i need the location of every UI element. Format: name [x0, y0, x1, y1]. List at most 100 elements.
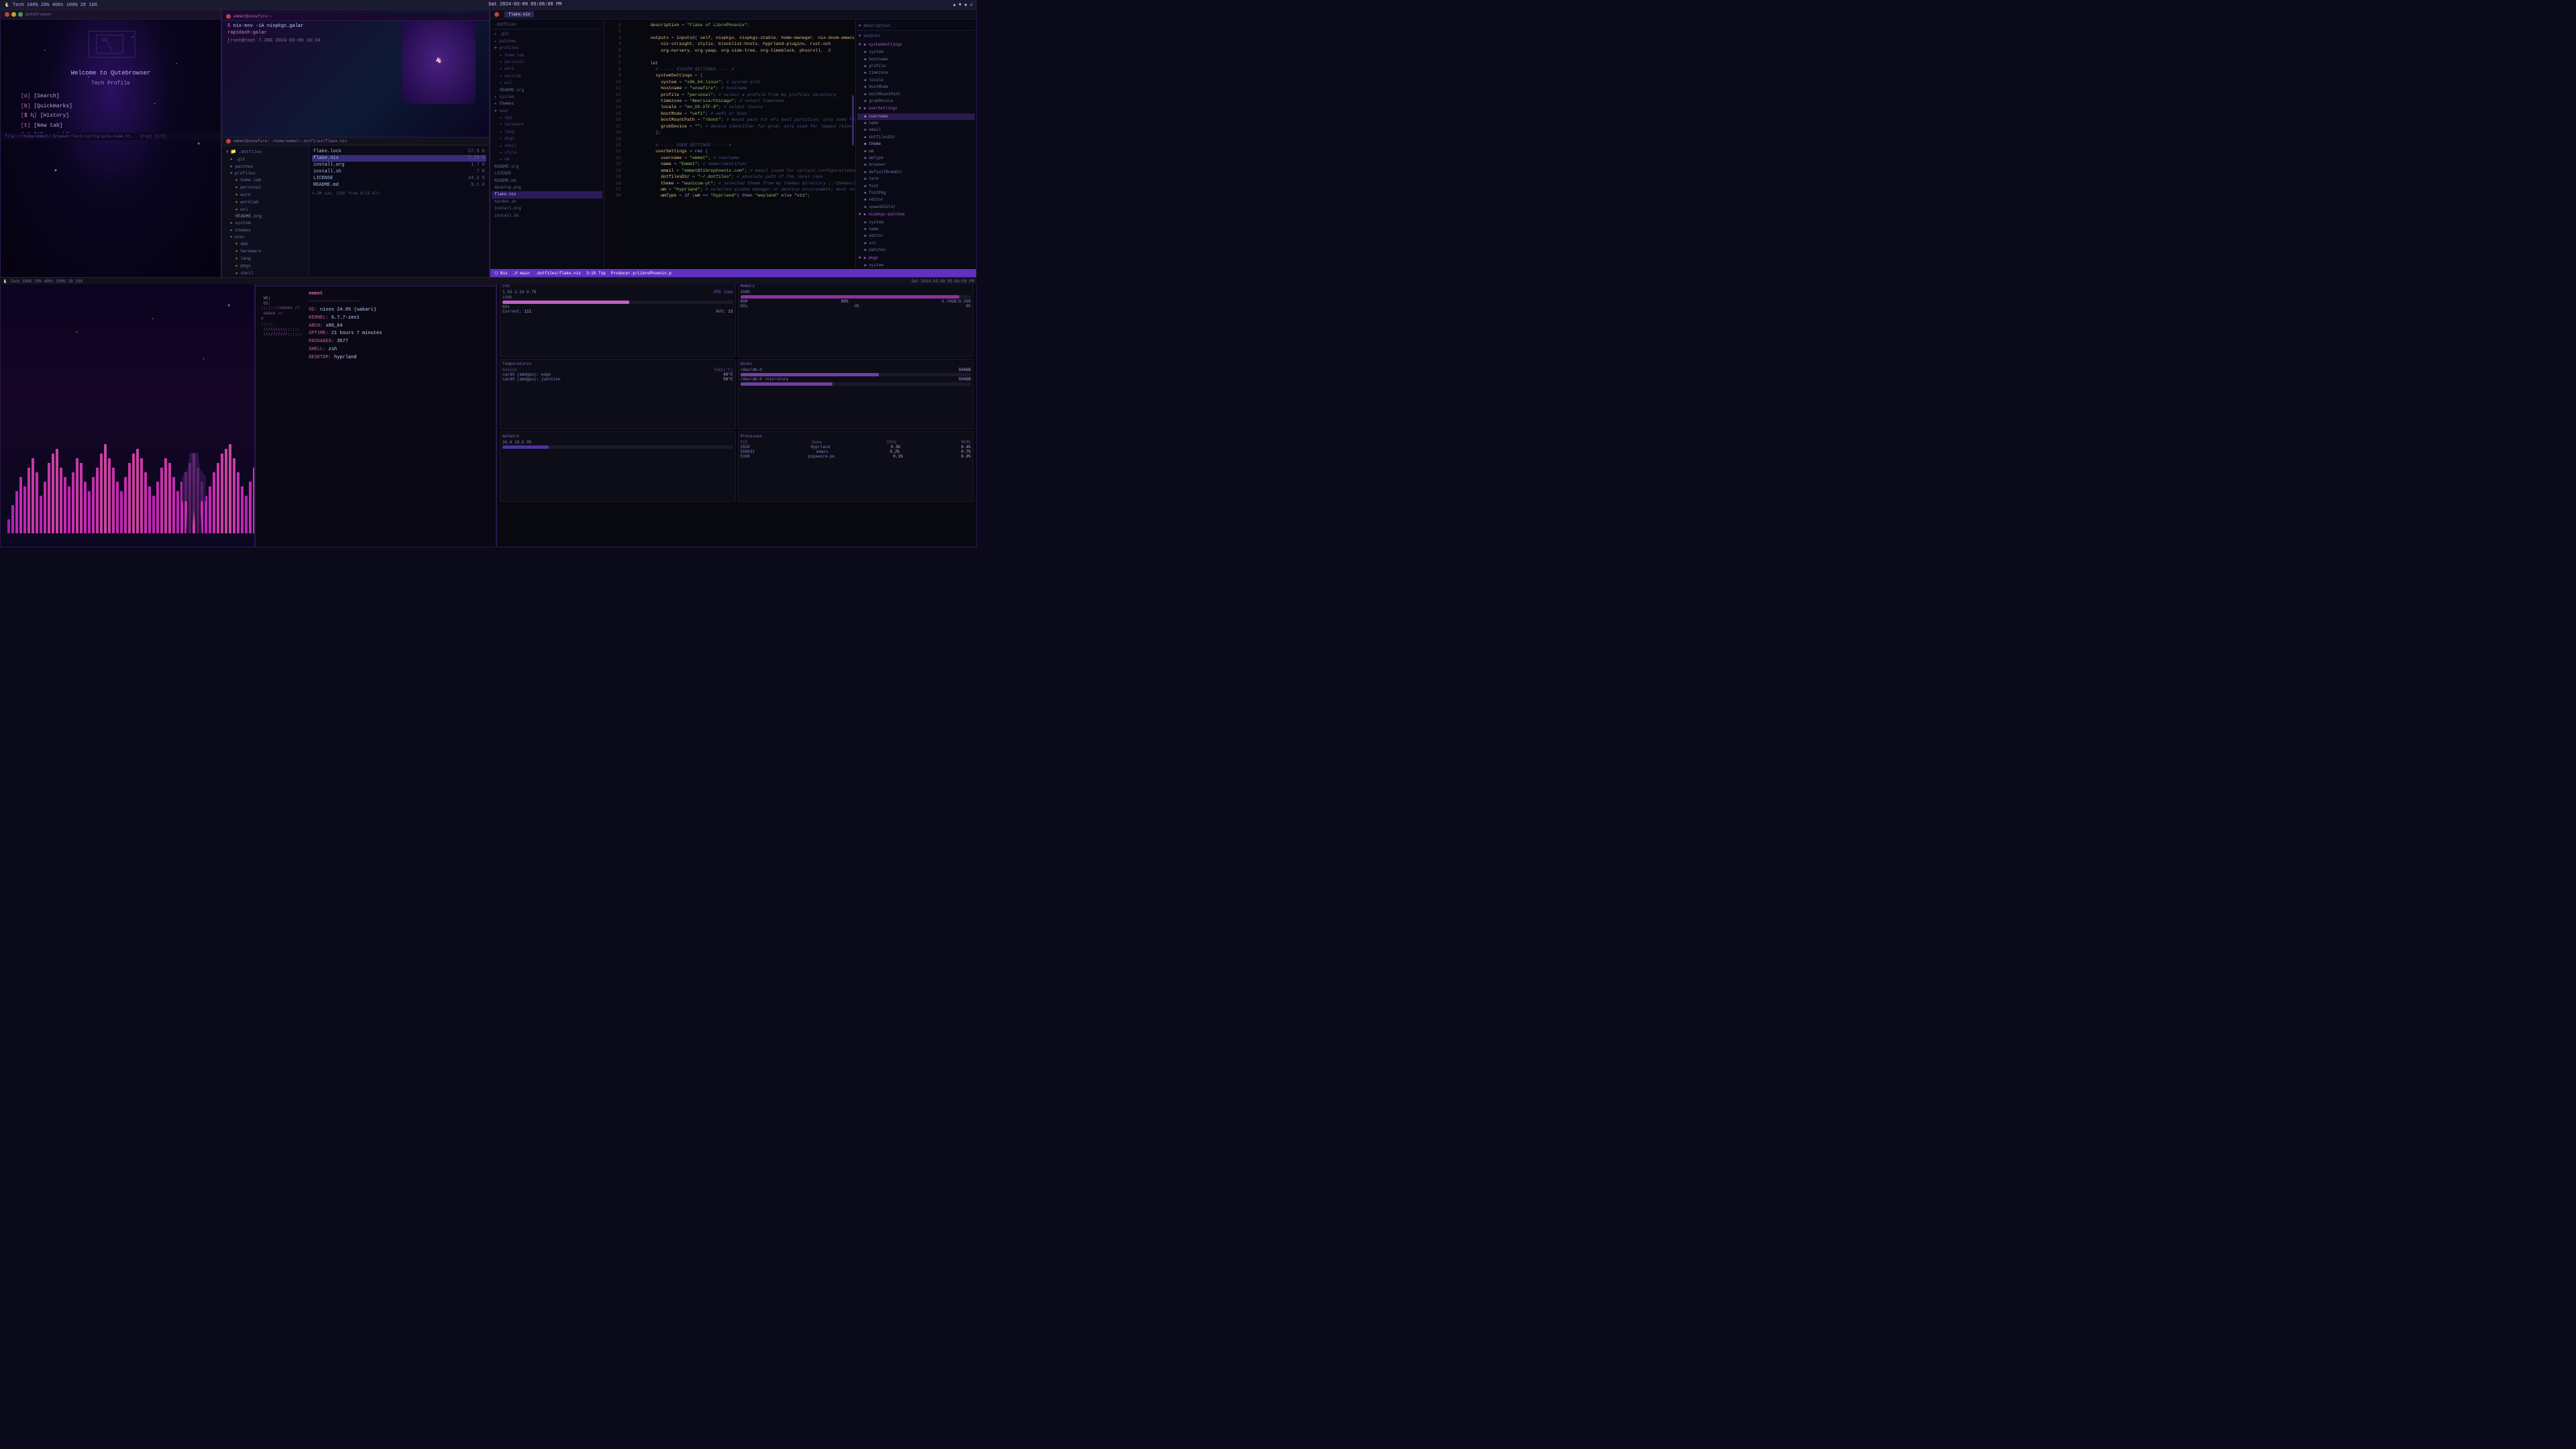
- outline-bootmode[interactable]: ◆ bootMode: [857, 84, 975, 91]
- min-btn[interactable]: [11, 12, 16, 17]
- outline-system[interactable]: ◆ system: [857, 49, 975, 56]
- outline-patches[interactable]: ◆ patches: [857, 247, 975, 254]
- tree-user[interactable]: ▼user: [223, 234, 307, 240]
- outline-hostname[interactable]: ◆ hostname: [857, 56, 975, 63]
- sidebar-license2[interactable]: LICENSE: [492, 170, 602, 177]
- outline-fontpkg[interactable]: ◆ fontPkg: [857, 190, 975, 197]
- outline-pkgs[interactable]: ▼ ◆ pkgs: [857, 254, 975, 262]
- outline-nixpkgs-patched[interactable]: ▼ ◆ nixpkgs-patched: [857, 211, 975, 219]
- editor-tabs[interactable]: flake.nix: [504, 11, 534, 17]
- file-row-install-sh[interactable]: install.sh 7 K: [312, 168, 486, 175]
- outline-timezone[interactable]: ◆ timezone: [857, 70, 975, 76]
- outline-usersettings[interactable]: ▼ ◆ userSettings: [857, 105, 975, 113]
- tree-app[interactable]: ▸app: [223, 240, 307, 248]
- editor-close[interactable]: [494, 12, 499, 17]
- file-row-lock[interactable]: flake.lock 27.5 K: [312, 148, 486, 155]
- sidebar-work2[interactable]: ▸ work: [492, 66, 602, 72]
- tree-themes[interactable]: ▸themes: [223, 227, 307, 234]
- tree-dotfiles[interactable]: ▼📁.dotfiles: [223, 148, 307, 156]
- file-row-install-org[interactable]: install.org 1.7 K: [312, 162, 486, 168]
- tree-homelab[interactable]: ▸home.lab: [223, 176, 307, 184]
- fm-close[interactable]: [226, 139, 231, 144]
- tree-profiles[interactable]: ▼profiles: [223, 170, 307, 176]
- file-row-license[interactable]: LICENSE 34.2 K: [312, 175, 486, 182]
- sidebar-shell2[interactable]: ▸ shell: [492, 143, 602, 150]
- tree-personal[interactable]: ▸personal: [223, 184, 307, 191]
- close-btn[interactable]: [5, 12, 9, 17]
- sidebar-desktop-png[interactable]: desktop.png: [492, 184, 602, 191]
- outline-editor2[interactable]: ◆ editor: [857, 233, 975, 239]
- tree-system[interactable]: ▸system: [223, 219, 307, 227]
- outline-name2[interactable]: ◆ name: [857, 226, 975, 233]
- sidebar-wsl2[interactable]: ▸ wsl: [492, 80, 602, 87]
- sidebar-git[interactable]: ▸ .git: [492, 31, 602, 38]
- outline-browser[interactable]: ◆ browser: [857, 162, 975, 168]
- tree-git[interactable]: ▸.git: [223, 156, 307, 163]
- file-row-flake[interactable]: flake.nix 2.29 K: [312, 155, 486, 162]
- outline-grubdevice[interactable]: ◆ grubDevice: [857, 98, 975, 105]
- term-close[interactable]: [226, 14, 231, 19]
- wm-controls[interactable]: [5, 12, 23, 17]
- outline-dotfilesdir[interactable]: ◆ dotfilesDir: [857, 134, 975, 141]
- editor-wm-controls[interactable]: [494, 12, 499, 17]
- tree-patches[interactable]: ▸patches: [223, 163, 307, 170]
- outline-name[interactable]: ◆ name: [857, 120, 975, 127]
- editor-code-area[interactable]: 12345 678910 1112131415 1617181920 21222…: [604, 19, 855, 272]
- sidebar-personal2[interactable]: ▸ personal: [492, 59, 602, 66]
- file-row-readme[interactable]: README.md 9.1 K: [312, 182, 486, 189]
- sidebar-readme-md3[interactable]: README.md: [492, 178, 602, 184]
- outline-system3[interactable]: ◆ system: [857, 262, 975, 269]
- tree-wsl[interactable]: ▸wsl: [223, 206, 307, 213]
- sidebar-hardware2[interactable]: ▸ hardware: [492, 121, 602, 128]
- tab-flake-nix[interactable]: flake.nix: [504, 11, 534, 17]
- sidebar-pkgs2[interactable]: ▸ pkgs: [492, 136, 602, 142]
- sidebar-patches[interactable]: ▸ patches: [492, 38, 602, 45]
- outline-locale[interactable]: ◆ locale: [857, 77, 975, 84]
- outline-src[interactable]: ◆ src: [857, 240, 975, 247]
- sidebar-themes2[interactable]: ▸ themes: [492, 101, 602, 107]
- nav-search[interactable]: [o] [Search]: [21, 92, 201, 101]
- sidebar-worklab2[interactable]: ▸ worklab: [492, 73, 602, 80]
- sidebar-flake-nix[interactable]: flake.nix: [492, 191, 602, 198]
- tree-worklab[interactable]: ▸worklab: [223, 199, 307, 206]
- sidebar-homelab2[interactable]: ▸ home.lab: [492, 52, 602, 59]
- outline-defaultroamdir[interactable]: ◆ defaultRoamDir: [857, 169, 975, 176]
- outline-email[interactable]: ◆ email: [857, 127, 975, 133]
- outline-term[interactable]: ◆ term: [857, 176, 975, 182]
- sidebar-system2[interactable]: ▸ system: [492, 94, 602, 101]
- nav-newtab[interactable]: [t] [New tab]: [21, 121, 201, 131]
- outline-profile[interactable]: ◆ profile: [857, 63, 975, 70]
- sidebar-readme-md2[interactable]: README.org: [492, 164, 602, 170]
- outline-theme[interactable]: ◆ theme: [857, 141, 975, 148]
- sidebar-style2[interactable]: ▸ style: [492, 150, 602, 156]
- outline-bootmountpath[interactable]: ◆ bootMountPath: [857, 91, 975, 98]
- tree-hardware[interactable]: ▸hardware: [223, 248, 307, 255]
- sidebar-user2[interactable]: ▼ user: [492, 108, 602, 115]
- scrollbar[interactable]: [852, 95, 854, 146]
- outline-wmtype[interactable]: ◆ wmType: [857, 155, 975, 162]
- outline-username[interactable]: ◆ username: [857, 113, 975, 120]
- sidebar-readme-org2[interactable]: README.org: [492, 87, 602, 94]
- outline-spawneditor[interactable]: ◆ spawnEditor: [857, 204, 975, 211]
- sidebar-app2[interactable]: ▸ app: [492, 115, 602, 121]
- tree-lang[interactable]: ▸lang: [223, 255, 307, 262]
- sidebar-install-sh2[interactable]: install.sh: [492, 213, 602, 219]
- fm-wm-controls[interactable]: [226, 139, 231, 144]
- nav-quickmarks[interactable]: [b] [Quickmarks]: [21, 102, 201, 111]
- tree-pkgs[interactable]: ▸pkgs: [223, 262, 307, 270]
- max-btn[interactable]: [18, 12, 23, 17]
- outline-systemsettings[interactable]: ▼ ◆ systemSettings: [857, 41, 975, 49]
- sidebar-harden2[interactable]: harden.sh: [492, 199, 602, 205]
- outline-wm[interactable]: ◆ wm: [857, 148, 975, 155]
- tree-work[interactable]: ▸work: [223, 191, 307, 199]
- nav-history[interactable]: [$ h] [History]: [21, 111, 201, 121]
- outline-editor[interactable]: ◆ editor: [857, 197, 975, 203]
- term-wm-controls[interactable]: [226, 14, 231, 19]
- sidebar-install-org2[interactable]: install.org: [492, 205, 602, 212]
- sidebar-profiles[interactable]: ▼ profiles: [492, 45, 602, 52]
- outline-system2[interactable]: ◆ system: [857, 219, 975, 226]
- outline-font[interactable]: ◆ font: [857, 183, 975, 190]
- tree-shell[interactable]: ▸shell: [223, 270, 307, 276]
- outline-outputs[interactable]: ▼ outputs: [857, 32, 975, 40]
- tree-readme-org[interactable]: README.org: [223, 213, 307, 219]
